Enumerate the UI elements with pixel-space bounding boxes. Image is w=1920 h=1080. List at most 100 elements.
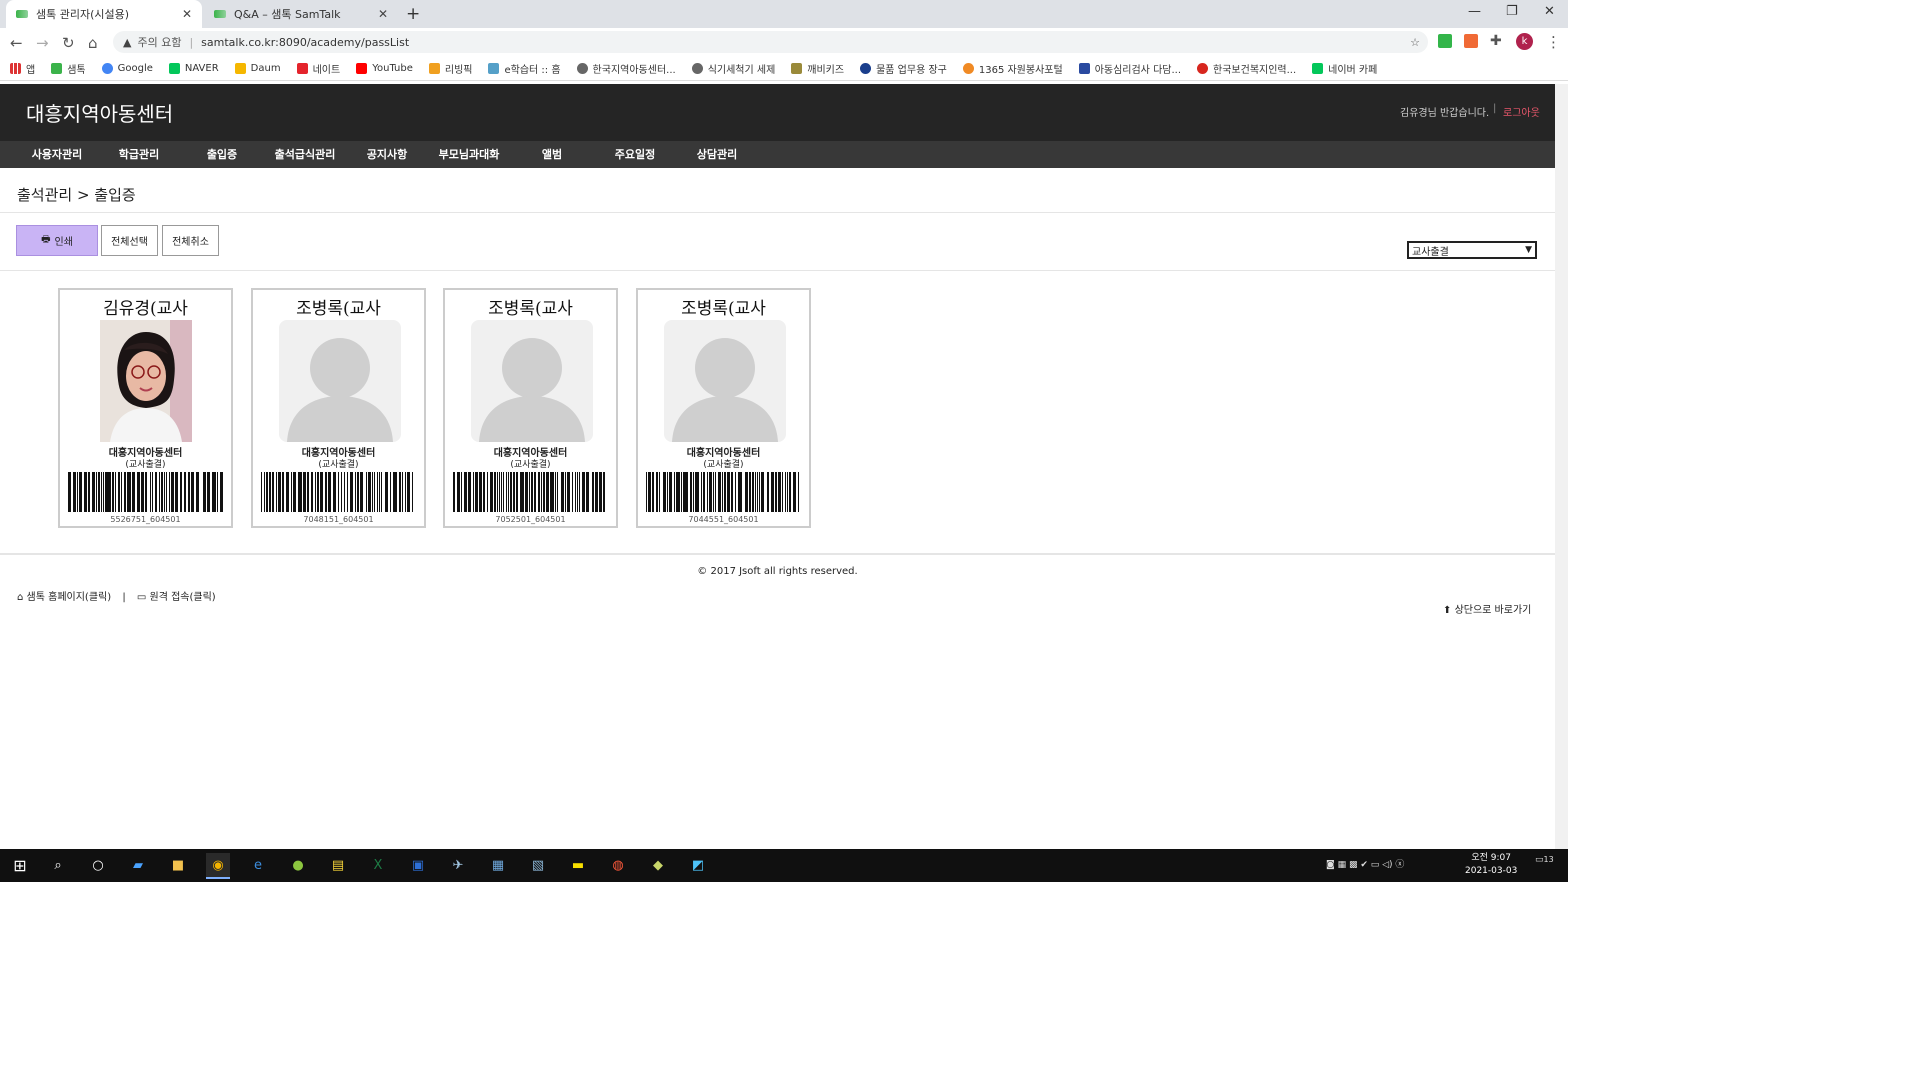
menu-schedule[interactable]: 주요일정 (594, 141, 676, 168)
calculator-icon[interactable]: ▦ (486, 853, 510, 877)
extension-icon[interactable] (1438, 34, 1452, 48)
app-icon[interactable]: ◍ (606, 853, 630, 877)
pass-card-name: 김유경(교사 (103, 299, 188, 319)
internet-explorer-icon[interactable]: e (246, 853, 270, 877)
pass-card-role: (교사출결) (703, 460, 744, 470)
bookmark-label: YouTube (372, 63, 413, 74)
house-icon (428, 63, 440, 74)
kakaotalk-icon[interactable]: ▬ (566, 853, 590, 877)
bookmark-supplies[interactable]: 물품 업무용 장구 (860, 61, 947, 76)
barcode-image (68, 472, 223, 512)
app-icon[interactable]: ◩ (686, 853, 710, 877)
chrome-icon[interactable]: ◉ (206, 853, 230, 879)
app-icon[interactable]: ● (286, 853, 310, 877)
attendance-type-select[interactable]: 교사출결 ▼ (1407, 241, 1537, 259)
pass-card-role: (교사출결) (318, 460, 359, 470)
browser-menu-icon[interactable]: ⋮ (1546, 33, 1561, 51)
print-button[interactable]: 🖶 인쇄 (16, 225, 98, 256)
profile-avatar[interactable]: k (1516, 33, 1533, 50)
system-clock[interactable]: 오전 9:07 2021-03-03 (1465, 852, 1517, 878)
maximize-icon[interactable]: ❐ (1506, 4, 1518, 19)
forward-icon[interactable]: → (36, 34, 49, 52)
bookmark-star-icon[interactable]: ☆ (1410, 36, 1420, 49)
notification-center-icon[interactable]: ▭13 (1535, 855, 1554, 865)
browser-tab-qna[interactable]: Q&A – 샘톡 SamTalk ✕ (204, 0, 398, 28)
app-icon[interactable]: ▧ (526, 853, 550, 877)
bookmark-detergent[interactable]: 식기세척기 세제 (691, 61, 775, 76)
select-all-button[interactable]: 전체선택 (101, 225, 158, 256)
close-window-icon[interactable]: ✕ (1544, 4, 1555, 19)
bookmark-child-test[interactable]: 아동심리검사 다담... (1078, 61, 1181, 76)
file-explorer-icon[interactable]: ■ (166, 853, 190, 877)
notification-count: 13 (1543, 855, 1554, 864)
logout-link[interactable]: 로그아웃 (1503, 104, 1540, 119)
cortana-icon[interactable]: ○ (86, 853, 110, 877)
menu-user-management[interactable]: 사용자관리 (16, 141, 98, 168)
deselect-all-button[interactable]: 전체취소 (162, 225, 219, 256)
site-title[interactable]: 대흥지역아동센터 (26, 98, 173, 127)
bookmark-naver-cafe[interactable]: 네이버 카페 (1312, 61, 1377, 76)
app-icon[interactable]: ✈ (446, 853, 470, 877)
bookmark-kkaebikids[interactable]: 깨비키즈 (791, 61, 844, 76)
pass-card-code: 5526751_604501 (110, 515, 181, 524)
bookmark-korea-center[interactable]: 한국지역아동센터... (576, 61, 676, 76)
bookmark-welfare[interactable]: 한국보건복지인력... (1197, 61, 1296, 76)
bookmark-nate[interactable]: 네이트 (296, 61, 340, 76)
bookmark-1365[interactable]: 1365 자원봉사포털 (962, 61, 1063, 76)
new-tab-icon[interactable]: + (406, 4, 420, 24)
menu-parent-chat[interactable]: 부모님과대화 (428, 141, 510, 168)
sticky-notes-icon[interactable]: ▤ (326, 853, 350, 877)
back-to-top-link[interactable]: ⬆ 상단으로 바로가기 (1443, 601, 1531, 616)
menu-attendance-meals[interactable]: 출석급식관리 (264, 141, 346, 168)
close-tab-icon[interactable]: ✕ (378, 7, 388, 21)
extension-icon[interactable] (1464, 34, 1478, 48)
menu-class-management[interactable]: 학급관리 (98, 141, 180, 168)
bookmark-livingpick[interactable]: 리빙픽 (428, 61, 472, 76)
bookmark-daum[interactable]: Daum (234, 63, 281, 74)
pass-card[interactable]: 조병록(교사 대흥지역아동센터 (교사출결) 7052501_604501 (443, 288, 618, 528)
pass-card-role: (교사출결) (125, 460, 166, 470)
chevron-down-icon: ▼ (1525, 245, 1532, 255)
menu-counseling[interactable]: 상담관리 (676, 141, 758, 168)
hwp-icon[interactable]: ▣ (406, 853, 430, 877)
browser-tab-samtalk-admin[interactable]: 샘톡 관리자(시설용) ✕ (6, 0, 202, 28)
address-bar[interactable]: ▲ 주의 요함 | samtalk.co.kr:8090/academy/pas… (113, 31, 1428, 53)
tab-title: Q&A – 샘톡 SamTalk (234, 8, 341, 21)
bookmark-youtube[interactable]: YouTube (356, 63, 413, 74)
bookmark-label: 한국보건복지인력... (1213, 65, 1297, 76)
volunteer-icon (962, 63, 974, 74)
bookmark-naver[interactable]: NAVER (168, 63, 219, 74)
excel-icon[interactable]: X (366, 853, 390, 877)
windows-start-icon[interactable]: ⊞ (8, 853, 32, 877)
home-icon[interactable]: ⌂ (88, 34, 98, 52)
bookmark-samtalk[interactable]: 샘톡 (51, 61, 86, 76)
samtalk-homepage-link[interactable]: 샘톡 홈페이지(클릭) (27, 592, 112, 603)
google-icon (101, 63, 113, 74)
extensions-puzzle-icon[interactable]: ✚ (1490, 33, 1502, 49)
app-icon[interactable]: ◆ (646, 853, 670, 877)
bookmark-google[interactable]: Google (101, 63, 153, 74)
pass-card[interactable]: 김유경(교사 대흥지역아동센터 (교사출결) 5526751_604501 (58, 288, 233, 528)
menu-pass[interactable]: 출입증 (180, 141, 264, 168)
bookmark-label: 1365 자원봉사포털 (978, 65, 1063, 76)
security-label: 주의 요함 (137, 36, 182, 49)
minimize-icon[interactable]: — (1468, 4, 1481, 19)
reload-icon[interactable]: ↻ (62, 34, 75, 52)
bookmark-apps[interactable]: 앱 (10, 61, 35, 76)
pass-card[interactable]: 조병록(교사 대흥지역아동센터 (교사출결) 7048151_604501 (251, 288, 426, 528)
bookmark-elearning[interactable]: e학습터 :: 홈 (488, 61, 561, 76)
home-icon: ⌂ (17, 592, 24, 603)
close-tab-icon[interactable]: ✕ (182, 7, 192, 21)
barcode-image (646, 472, 799, 512)
page-scrollbar[interactable] (1555, 84, 1568, 849)
bookmark-label: 샘톡 (67, 65, 86, 76)
tray-icons[interactable]: ◙ ▦ ▩ ✔ ▭ ◁) ⓧ (1326, 857, 1404, 870)
back-icon[interactable]: ← (10, 34, 23, 52)
remote-access-link[interactable]: 원격 접속(클릭) (150, 592, 216, 603)
bookmark-label: 깨비키즈 (807, 65, 845, 76)
app-icon[interactable]: ▰ (126, 853, 150, 877)
menu-album[interactable]: 앨범 (510, 141, 594, 168)
menu-notices[interactable]: 공지사항 (346, 141, 428, 168)
search-icon[interactable]: ⌕ (46, 853, 70, 877)
pass-card[interactable]: 조병록(교사 대흥지역아동센터 (교사출결) 7044551_604501 (636, 288, 811, 528)
